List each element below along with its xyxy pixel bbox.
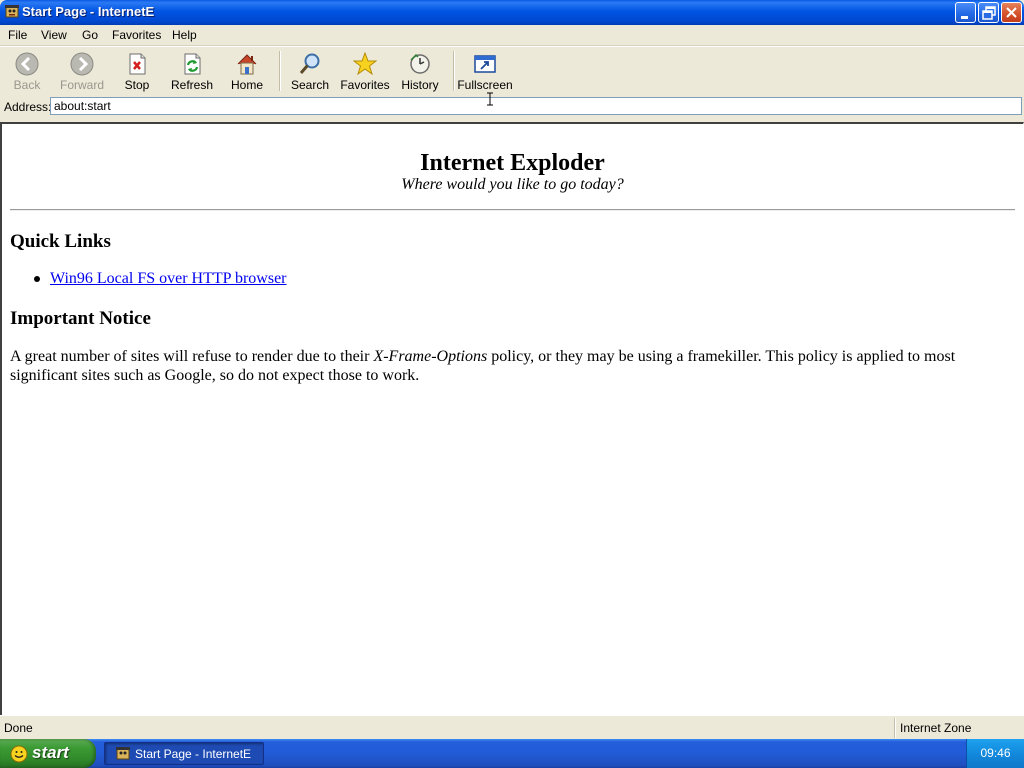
toolbar: Back Forward Stop Refresh Home Search Fa… [0, 46, 1024, 96]
stop-label: Stop [124, 78, 150, 92]
title-bar[interactable]: Start Page - InternetE [0, 0, 1024, 25]
favorites-button[interactable]: Favorites [340, 49, 390, 93]
menu-bar: File View Go Favorites Help [0, 25, 1024, 46]
taskbar-item-label: Start Page - InternetE [135, 747, 252, 761]
stop-icon [129, 53, 146, 75]
back-button[interactable]: Back [2, 49, 52, 93]
refresh-icon [184, 53, 201, 75]
status-bar: Done Internet Zone [0, 715, 1024, 740]
history-label: History [401, 78, 439, 92]
taskbar-item-browser[interactable]: Start Page - InternetE [104, 742, 264, 765]
text-cursor-icon [487, 92, 493, 106]
address-bar: Address: [0, 95, 1024, 117]
quick-link-win96-fs[interactable]: Win96 Local FS over HTTP browser [50, 270, 287, 287]
page-subtitle: Where would you like to go today? [401, 176, 624, 193]
home-button[interactable]: Home [222, 49, 272, 93]
home-icon [237, 54, 257, 75]
forward-arrow-icon [70, 52, 94, 76]
notice-paragraph: A great number of sites will refuse to r… [10, 347, 963, 385]
fullscreen-label: Fullscreen [457, 78, 513, 92]
refresh-label: Refresh [170, 78, 214, 92]
favorites-label: Favorites [340, 78, 390, 92]
menu-view[interactable]: View [41, 28, 67, 42]
quick-links-heading: Quick Links [10, 231, 111, 252]
home-label: Home [230, 78, 263, 92]
notice-emphasis: X-Frame-Options [373, 348, 488, 365]
notice-heading: Important Notice [10, 308, 151, 329]
search-label: Search [290, 78, 330, 92]
minimize-button[interactable] [955, 2, 976, 23]
status-divider [894, 718, 896, 738]
back-arrow-icon [15, 52, 39, 76]
restore-button[interactable] [978, 2, 999, 23]
app-icon [116, 747, 130, 760]
close-icon [1006, 7, 1017, 18]
clock[interactable]: 09:46 [967, 746, 1024, 760]
address-label: Address: [4, 100, 52, 114]
menu-favorites[interactable]: Favorites [112, 28, 161, 42]
forward-button[interactable]: Forward [57, 49, 107, 93]
close-button[interactable] [1001, 2, 1022, 23]
fullscreen-icon [474, 55, 496, 73]
security-zone: Internet Zone [900, 721, 972, 735]
history-button[interactable]: History [395, 49, 445, 93]
forward-label: Forward [59, 78, 104, 92]
bullet-icon [34, 276, 40, 282]
horizontal-rule [10, 209, 1015, 211]
address-input[interactable] [50, 97, 1022, 115]
page-title: Internet Exploder [420, 150, 605, 176]
status-text: Done [4, 721, 33, 735]
history-icon [410, 53, 430, 74]
back-label: Back [13, 78, 41, 92]
menu-file[interactable]: File [8, 28, 27, 42]
taskbar: start Start Page - InternetE 09:46 [0, 739, 1024, 768]
window-title: Start Page - InternetE [22, 4, 155, 19]
browser-window: Start Page - InternetE File View Go Favo… [0, 0, 1024, 740]
refresh-button[interactable]: Refresh [167, 49, 217, 93]
list-item: Win96 Local FS over HTTP browser [50, 270, 287, 288]
restore-icon [982, 6, 996, 20]
menu-help[interactable]: Help [172, 28, 197, 42]
system-tray: 09:46 [966, 739, 1024, 768]
search-button[interactable]: Search [285, 49, 335, 93]
menu-go[interactable]: Go [82, 28, 98, 42]
fullscreen-button[interactable]: Fullscreen [457, 49, 513, 93]
search-icon [299, 53, 320, 74]
notice-text-start: A great number of sites will refuse to r… [10, 348, 374, 365]
app-icon [5, 5, 19, 18]
page-content[interactable]: Internet Exploder Where would you like t… [0, 122, 1024, 715]
start-button[interactable]: start [0, 739, 96, 768]
stop-button[interactable]: Stop [112, 49, 162, 93]
start-label: start [32, 743, 69, 762]
star-icon [353, 52, 377, 76]
smiley-icon [10, 745, 28, 763]
minimize-icon [961, 16, 968, 19]
